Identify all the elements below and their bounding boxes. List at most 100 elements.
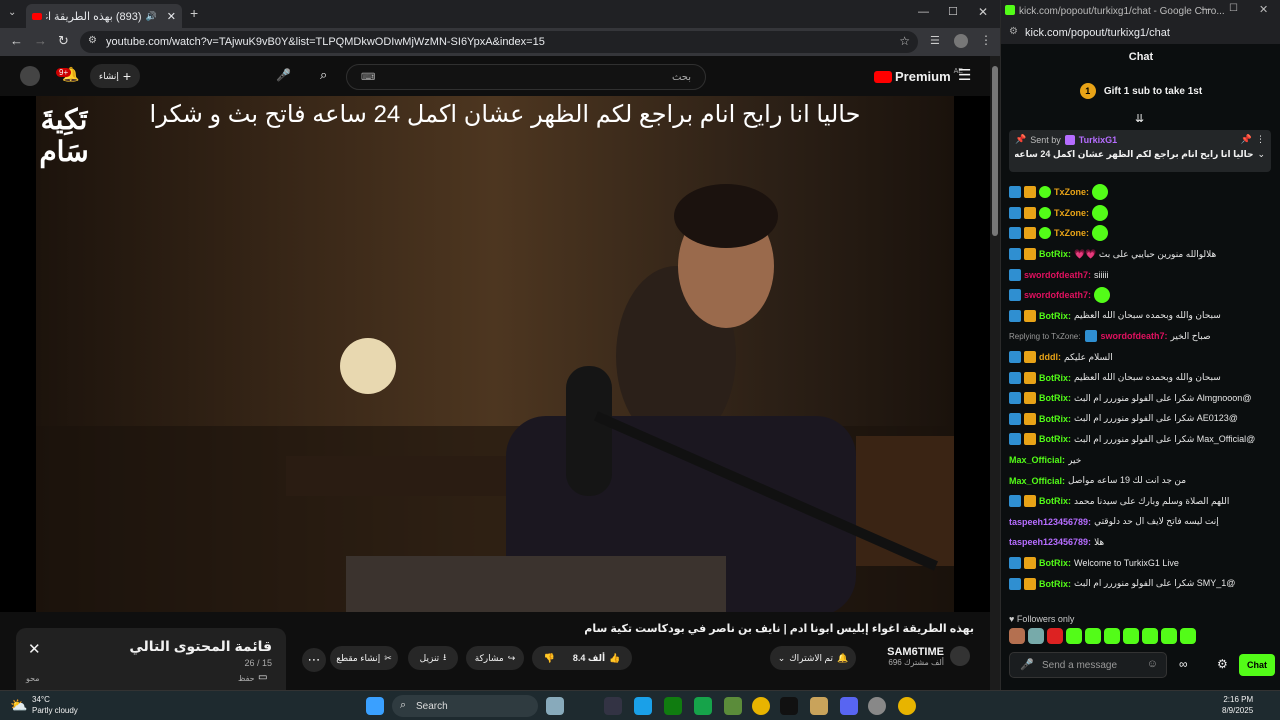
more-actions-icon[interactable]: ⋯ (302, 648, 326, 672)
chat-username[interactable]: BotRix: (1039, 414, 1071, 424)
app-green-icon[interactable] (694, 697, 712, 715)
chat-message[interactable]: BotRix: هلالوالله منورين حبايبي على بث 💗💗 (1009, 244, 1271, 265)
chat-username[interactable]: swordofdeath7: (1100, 331, 1167, 341)
chat-message[interactable]: BotRix: @Max_Official شكرا على الفولو منو… (1009, 429, 1271, 450)
emote-9[interactable] (1161, 628, 1177, 644)
chat-message[interactable]: BotRix: اللهم الصلاة وسلم وبارك على سيدنا… (1009, 491, 1271, 512)
save-playlist-icon[interactable]: ▭ (258, 672, 267, 683)
clock[interactable]: 2:16 PM 8/9/2025 (1222, 694, 1253, 716)
chat-username[interactable]: BotRix: (1039, 579, 1071, 589)
chat-message[interactable]: BotRix: سبحان والله وبحمده سبحان الله الع… (1009, 306, 1271, 327)
chat-username[interactable]: taspeeh123456789: (1009, 537, 1091, 547)
chat-username[interactable]: BotRix: (1039, 434, 1071, 444)
emoji-picker-icon[interactable]: ☺ (1147, 658, 1158, 670)
site-info-icon[interactable]: ⚙ (1009, 26, 1018, 37)
chat-message[interactable]: TxZone: (1009, 182, 1271, 203)
speaker-icon[interactable]: 🔊 (146, 11, 157, 22)
chat-message[interactable]: Max_Official: من جد انت لك 19 ساعه مواصل (1009, 470, 1271, 491)
chat-message[interactable]: TxZone: (1009, 203, 1271, 224)
chat-message[interactable]: BotRix: @Almgnooon شكرا على الفولو منوررر… (1009, 388, 1271, 409)
chat-message[interactable]: BotRix: سبحان والله وبحمده سبحان الله الع… (1009, 367, 1271, 388)
profile-avatar[interactable] (954, 34, 968, 48)
clip-button[interactable]: إنشاء مقطع ✂ (330, 646, 398, 670)
page-scrollbar[interactable] (990, 56, 1000, 690)
account-avatar[interactable] (20, 66, 40, 86)
emote-6[interactable] (1104, 628, 1120, 644)
chat-message[interactable]: dddl: السلام عليكم (1009, 347, 1271, 368)
chat-username[interactable]: BotRix: (1039, 311, 1071, 321)
close-window-icon[interactable]: ✕ (978, 5, 988, 19)
steam-icon[interactable] (604, 697, 622, 715)
weather-widget[interactable]: 34°C Partly cloudy (32, 694, 78, 716)
download-button[interactable]: تنزيل ⭳ (408, 646, 458, 670)
github-icon[interactable] (868, 697, 886, 715)
site-info-icon[interactable]: ⚙ (88, 35, 97, 46)
chat-message[interactable]: taspeeh123456789: هلا (1009, 532, 1271, 553)
chat-username[interactable]: dddl: (1039, 352, 1061, 362)
send-chat-button[interactable]: Chat (1239, 654, 1275, 676)
chrome-active-icon[interactable] (898, 697, 916, 715)
voice-search-icon[interactable]: 🎤 (276, 68, 291, 82)
tab-close-icon[interactable]: ✕ (167, 10, 176, 23)
chat-username[interactable]: BotRix: (1039, 393, 1071, 403)
pinned-menu-icon[interactable]: ⋮ (1256, 134, 1265, 145)
maximize-icon[interactable]: ☐ (1229, 3, 1238, 14)
forward-icon[interactable]: → (34, 33, 47, 48)
chat-username[interactable]: Max_Official: (1009, 476, 1065, 486)
emote-2[interactable] (1028, 628, 1044, 644)
weather-icon[interactable]: ⛅ (10, 697, 27, 714)
chat-username[interactable]: TxZone: (1054, 187, 1089, 197)
search-input[interactable]: ⌨ بحث (346, 64, 706, 90)
settings-gear-icon[interactable]: ⚙ (1217, 657, 1228, 671)
video-player[interactable] (36, 96, 954, 612)
emote-8[interactable] (1142, 628, 1158, 644)
dislike-icon[interactable]: 👎 (544, 653, 555, 664)
emote-10[interactable] (1180, 628, 1196, 644)
create-button[interactable]: إنشاء + (90, 64, 140, 88)
chat-message[interactable]: BotRix: @SMY_1 شكرا على الفولو منوررر ام … (1009, 573, 1271, 594)
share-button[interactable]: مشاركة ↪ (466, 646, 524, 670)
chat-username[interactable]: BotRix: (1039, 249, 1071, 259)
chat-username[interactable]: TxZone: (1054, 208, 1089, 218)
expand-leaderboard-icon[interactable]: ⇊ (1135, 112, 1144, 125)
playlist-title[interactable]: قائمة المحتوى التالي (129, 638, 272, 655)
channel-avatar[interactable] (950, 646, 970, 666)
tiktok-icon[interactable] (780, 697, 798, 715)
pinned-message[interactable]: 📌 Sent by TurkixG1 📌 ⋮ حاليا انا رايح ان… (1009, 130, 1271, 172)
gift-sub-banner[interactable]: 1 Gift 1 sub to take 1st (1001, 78, 1280, 104)
menu-icon[interactable]: ⋮ (980, 33, 992, 47)
chat-username[interactable]: TxZone: (1054, 228, 1089, 238)
like-icon[interactable]: 👍 (609, 653, 620, 664)
kick-emotes-icon[interactable]: ∞ (1179, 657, 1188, 671)
chat-username[interactable]: Max_Official: (1009, 455, 1065, 465)
chat-message[interactable]: BotRix: Welcome to TurkixG1 Live (1009, 553, 1271, 574)
chat-message[interactable]: swordofdeath7: (1009, 285, 1271, 306)
chat-message-list[interactable]: TxZone: TxZone: TxZone: BotRix: هلالوالله من… (1009, 182, 1271, 612)
task-view-icon[interactable] (546, 697, 564, 715)
subscribed-button[interactable]: ⌄ تم الاشتراك 🔔 (770, 646, 856, 670)
bookmark-star-icon[interactable]: ☆ (899, 34, 910, 48)
emote-7[interactable] (1123, 628, 1139, 644)
minimize-icon[interactable]: — (918, 6, 929, 18)
box-app-icon[interactable] (810, 697, 828, 715)
extensions-icon[interactable]: ☰ (930, 34, 940, 47)
chat-message[interactable]: TxZone: (1009, 223, 1271, 244)
keyboard-icon[interactable]: ⌨ (361, 72, 375, 83)
taskbar-search[interactable]: ⌕ Search (392, 695, 538, 717)
url-field[interactable]: ⚙ youtube.com/watch?v=TAjwuK9vB0Y&list=T… (80, 31, 918, 53)
back-icon[interactable]: ← (10, 33, 23, 48)
emote-5[interactable] (1085, 628, 1101, 644)
chat-username[interactable]: BotRix: (1039, 496, 1071, 506)
emote-1[interactable] (1009, 628, 1025, 644)
minecraft-icon[interactable] (724, 697, 742, 715)
new-tab-icon[interactable]: + (190, 5, 198, 21)
channel-info[interactable]: SAM6TIME 696 ألف مشترك (868, 646, 944, 667)
chat-message[interactable]: Replying to TxZone: swordofdeath7: صباح ال… (1009, 326, 1271, 347)
pinned-chevron-icon[interactable]: ⌄ (1257, 149, 1265, 160)
chat-username[interactable]: taspeeh123456789: (1009, 517, 1091, 527)
chat-username[interactable]: swordofdeath7: (1024, 270, 1091, 280)
chat-username[interactable]: BotRix: (1039, 373, 1071, 383)
unpin-icon[interactable]: 📌 (1241, 134, 1252, 145)
tab-youtube[interactable]: (893) بهذه الطريقة اغواء إبليس 🔊 ✕ (26, 4, 182, 28)
minimize-icon[interactable]: — (1201, 4, 1211, 15)
